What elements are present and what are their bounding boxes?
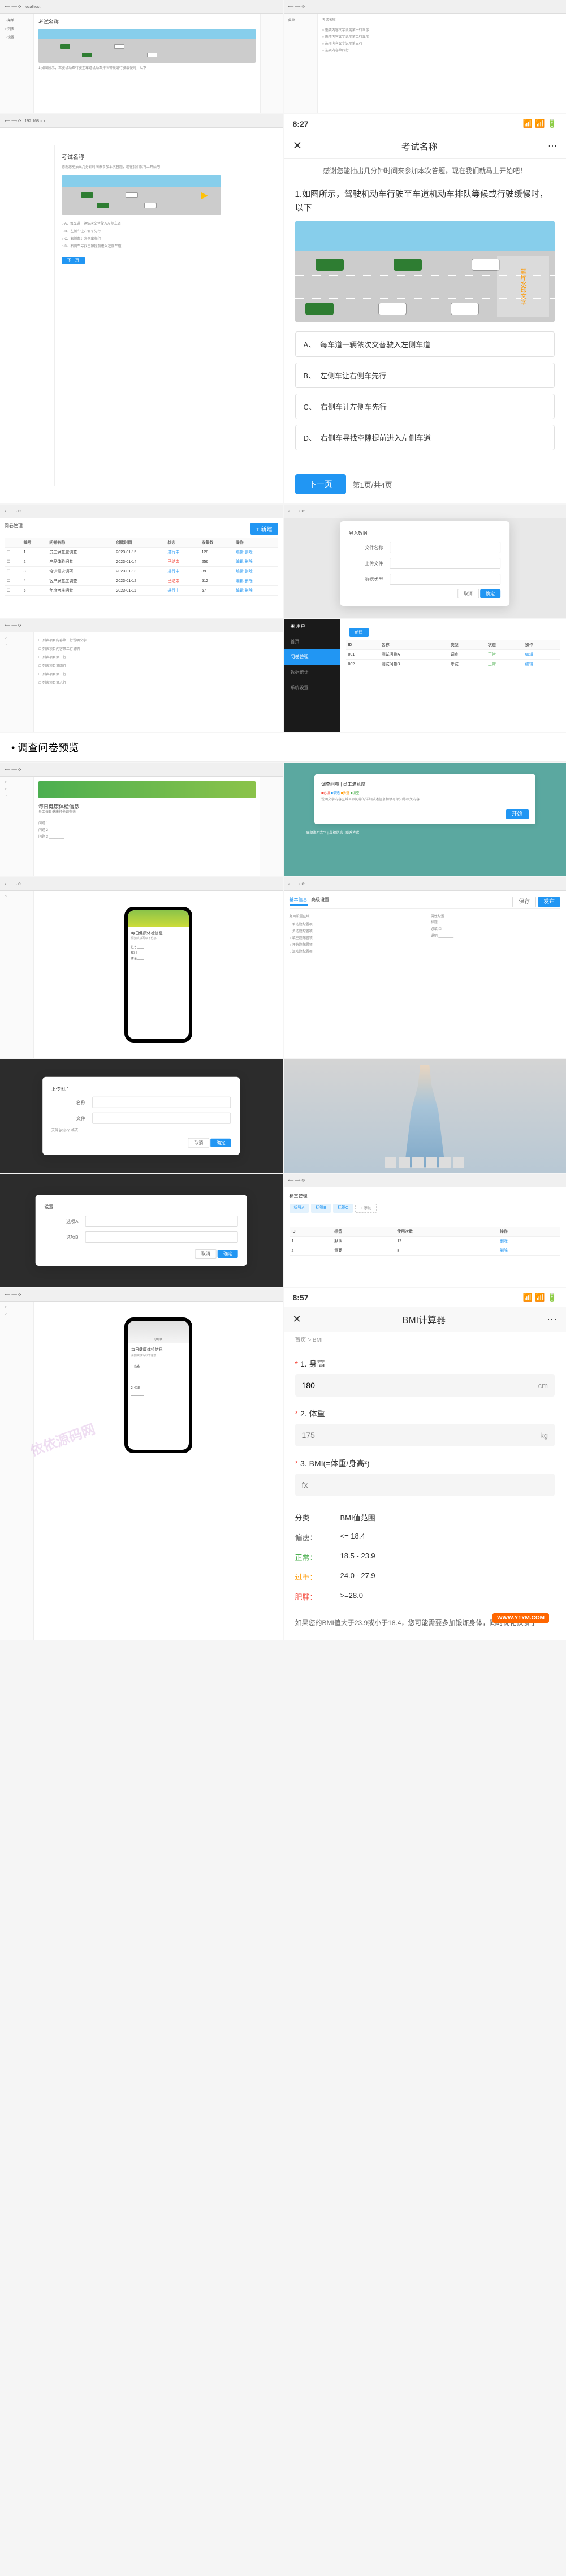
height-input[interactable] — [302, 1381, 538, 1390]
status-time: 8:57 — [293, 1293, 309, 1302]
screenshot-phone-preview-1: ⟵ ⟶ ⟳ ○ 每日健康体检信息 请如实填写以下信息 姓名 ____部门 ___… — [0, 877, 283, 1058]
screenshot-settings-modal: 设置 选项A 选项B 取消 确定 — [0, 1174, 283, 1287]
screenshot-bmi-calculator: 8:57 📶 📶 🔋 ✕ BMI计算器 ⋯ 首页 > BMI *1.身高 cm … — [284, 1288, 566, 1640]
bmi-category: 肥胖： — [295, 1591, 329, 1602]
add-button[interactable]: + 新建 — [250, 523, 278, 535]
save-btn[interactable]: 保存 — [512, 897, 536, 907]
data-table: 编号问卷名称创建时间状态收集数操作 ☐1员工满意度调查2023-01-15进行中… — [5, 538, 278, 596]
screenshot-exam-mobile: 8:27 📶 📶 🔋 ✕ 考试名称 ⋯ 感谢您能抽出几分钟时间来参加本次答题，现… — [284, 114, 566, 503]
option-c[interactable]: C、右侧车让左侧车先行 — [295, 394, 555, 419]
table-row[interactable]: ☐1员工满意度调查2023-01-15进行中128编辑 删除 — [5, 548, 278, 557]
screenshot-import-modal: ⟵ ⟶ ⟳ 导入数据 文件名称 上传文件 数据类型 取消 确定 — [284, 505, 566, 618]
upload-modal: 上传图片 名称 文件 支持 jpg/png 格式 取消 确定 — [42, 1077, 240, 1155]
screenshot-table-list: ⟵ ⟶ ⟳ 问卷管理 + 新建 编号问卷名称创建时间状态收集数操作 ☐1员工满意… — [0, 505, 283, 618]
next-btn[interactable]: 下一页 — [62, 257, 85, 264]
weight-input[interactable] — [302, 1431, 541, 1440]
screenshot-list-view: ⟵ ⟶ ⟳ ○○ ☐ 列表项目内容第一行说明文字☐ 列表项目内容第二行说明☐ 列… — [0, 619, 283, 732]
cancel-button[interactable]: 取消 — [457, 589, 479, 598]
bmi-category: 偏瘦： — [295, 1532, 329, 1543]
phone-mockup: 每日健康体检信息 请如实填写以下信息 姓名 ____部门 ____体温 ____ — [124, 907, 192, 1043]
status-icons: 📶 📶 🔋 — [523, 1293, 557, 1302]
option-a[interactable]: A、每车道一辆依次交替驶入左侧车道 — [295, 331, 555, 357]
import-modal: 导入数据 文件名称 上传文件 数据类型 取消 确定 — [340, 521, 509, 606]
thumbnail[interactable] — [385, 1157, 396, 1168]
browser-chrome: ⟵ ⟶ ⟳ localhost — [0, 0, 283, 14]
screenshot-tag-editor: ⟵ ⟶ ⟳ 标签管理 标签A 标签B 标签C + 添加 ID标签使用次数操作 1… — [284, 1174, 566, 1287]
cancel-btn[interactable]: 取消 — [188, 1138, 209, 1148]
file-upload[interactable] — [390, 558, 500, 569]
table-row[interactable]: ☐4客户满意度调查2023-01-12已结束512编辑 删除 — [5, 576, 278, 586]
more-icon[interactable]: ⋯ — [548, 140, 557, 152]
status-icons: 📶 📶 🔋 — [523, 119, 557, 128]
confirm-btn[interactable]: 确定 — [211, 1139, 231, 1147]
screenshot-phone-preview-2: ⟵ ⟶ ⟳ ○○ ◇◇◇ 每日健康体检信息 请如实填写以下信息 1. 姓名___… — [0, 1288, 283, 1640]
screenshot-survey-preview-2: 调查问卷 | 员工满意度 ■必填 ■单选 ■多选 ■填空 说明文字内容区域显示问… — [284, 763, 566, 876]
menu-item[interactable]: 系统设置 — [284, 680, 340, 695]
thumbnail[interactable] — [412, 1157, 424, 1168]
menu-item[interactable]: 问卷管理 — [284, 649, 340, 665]
screenshot-dress-gallery — [284, 1059, 566, 1173]
menu-item[interactable]: 首页 — [284, 634, 340, 649]
screenshot-exam-desktop-1: ⟵ ⟶ ⟳ localhost ○ 菜单○ 列表○ 设置 考试名称 1.如图所示… — [0, 0, 283, 113]
status-time: 8:27 — [293, 119, 309, 128]
thumbnail[interactable] — [439, 1157, 451, 1168]
start-btn[interactable]: 开始 — [506, 809, 529, 819]
bmi-category: 过重： — [295, 1571, 329, 1582]
option-d[interactable]: D、右侧车寻找空隙提前进入左侧车道 — [295, 425, 555, 450]
intro-text: 感谢您能抽出几分钟时间来参加本次答题，现在我们就马上开始吧！ — [284, 159, 566, 182]
table-row[interactable]: ☐3培训需求调研2023-01-13进行中89编辑 删除 — [5, 567, 278, 576]
option-b[interactable]: B、左侧车让右侧车先行 — [295, 363, 555, 388]
tab[interactable]: 高级设置 — [311, 897, 329, 902]
publish-btn[interactable]: 发布 — [538, 897, 560, 907]
page-title: BMI计算器 — [301, 1312, 547, 1326]
screenshot-form-edit: ⟵ ⟶ ⟳ 基本信息 高级设置 保存 发布 题目设置区域 ○ 单选题配置项○ 多… — [284, 877, 566, 1058]
type-select[interactable] — [390, 574, 500, 585]
tag[interactable]: 标签C — [333, 1204, 353, 1213]
filename-input[interactable] — [390, 542, 500, 553]
next-page-button[interactable]: 下一页 — [295, 474, 346, 494]
status-bar: 8:27 📶 📶 🔋 — [284, 114, 566, 133]
dress-photo — [284, 1059, 566, 1173]
screenshot-survey-preview-1: ⟵ ⟶ ⟳ ○○○ 每日健康体检信息 员工每日健康打卡调查表 问题 1 ____… — [0, 763, 283, 876]
table-row[interactable]: ☐2产品体验问卷2023-01-14已结束256编辑 删除 — [5, 557, 278, 567]
page-indicator: 第1页/共4页 — [353, 479, 392, 490]
thumbnail[interactable] — [453, 1157, 464, 1168]
section-title: • 调查问卷预览 — [0, 733, 566, 762]
tab[interactable]: 基本信息 — [290, 897, 308, 906]
menu-item[interactable]: 数据统计 — [284, 665, 340, 680]
file-input[interactable] — [92, 1113, 231, 1124]
thumbnail[interactable] — [426, 1157, 437, 1168]
question-image: 题库水印文字 — [295, 221, 555, 322]
table-row[interactable]: 002测试问卷B考试正常编辑 — [346, 660, 561, 669]
add-tag[interactable]: + 添加 — [355, 1204, 377, 1213]
bmi-category: 正常： — [295, 1552, 329, 1562]
table-row[interactable]: ☐5年度考核问卷2023-01-11进行中67编辑 删除 — [5, 586, 278, 596]
screenshot-dark-admin: ◉ 用户 首页 问卷管理 数据统计 系统设置 新建 ID名称类型状态操作 001… — [284, 619, 566, 732]
confirm-button[interactable]: 确定 — [480, 589, 500, 598]
action-btn[interactable]: 新建 — [349, 628, 369, 637]
tag[interactable]: 标签B — [311, 1204, 331, 1213]
question-text: 1.如图所示，驾驶机动车行驶至车道机动车排队等候或行驶缓慢时，以下 — [284, 182, 566, 221]
name-input[interactable] — [92, 1097, 231, 1108]
table-row[interactable]: 001测试问卷A调查正常编辑 — [346, 650, 561, 660]
bmi-result[interactable] — [302, 1480, 548, 1489]
screenshot-exam-desktop-2: ⟵ ⟶ ⟳ 菜单 考试名称 ○ 选项内容文字说明第一行显示○ 选项内容文字说明第… — [284, 0, 566, 113]
exam-title: 考试名称 — [38, 18, 256, 25]
left-sidebar: ○ 菜单○ 列表○ 设置 — [0, 14, 34, 113]
more-icon[interactable]: ⋯ — [547, 1313, 557, 1325]
bmi-note: 如果您的BMI值大于23.9或小于18.4，您可能需要多加锻炼身体，同时优化饮食… — [295, 1618, 555, 1629]
breadcrumb: 首页 > BMI — [284, 1332, 566, 1347]
screenshot-exam-answer: ⟵ ⟶ ⟳ 192.168.x.x 考试名称 感谢您能抽出几分钟时间来参加本次答… — [0, 114, 283, 503]
options-list: A、每车道一辆依次交替驶入左侧车道 B、左侧车让右侧车先行 C、右侧车让左侧车先… — [284, 322, 566, 465]
dark-sidebar: ◉ 用户 首页 问卷管理 数据统计 系统设置 — [284, 619, 340, 732]
close-icon[interactable]: ✕ — [293, 1313, 301, 1325]
screenshot-upload-modal: 上传图片 名称 文件 支持 jpg/png 格式 取消 确定 — [0, 1059, 283, 1173]
thumbnail[interactable] — [399, 1157, 410, 1168]
tag[interactable]: 标签A — [290, 1204, 309, 1213]
page-title: 考试名称 — [291, 139, 548, 153]
